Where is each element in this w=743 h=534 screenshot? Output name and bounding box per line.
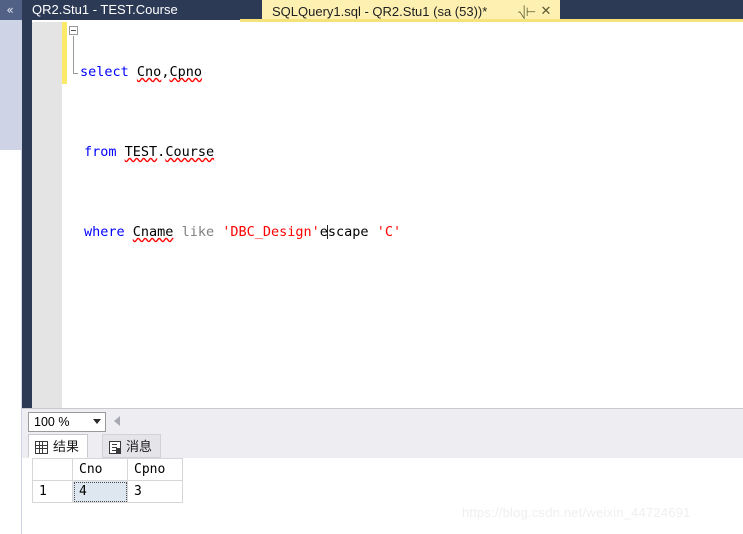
editor-status-bar: 100 % bbox=[22, 408, 743, 435]
token-identifier: TEST bbox=[124, 144, 158, 160]
zoom-level-dropdown[interactable]: 100 % bbox=[28, 412, 106, 432]
tab-messages-label: 消息 bbox=[126, 439, 153, 454]
tab-results[interactable]: 结果 bbox=[28, 434, 89, 458]
grid-cell-cpno[interactable]: 3 bbox=[127, 480, 183, 503]
chevron-left-icon[interactable]: « bbox=[3, 3, 17, 17]
code-line-3: where Cname like 'DBC_Design'escape 'C' bbox=[70, 222, 401, 242]
token-identifier: Cpno bbox=[169, 64, 202, 80]
token-keyword: select bbox=[80, 64, 129, 80]
token-identifier: Cname bbox=[132, 224, 174, 240]
token-keyword-like: like bbox=[181, 224, 215, 240]
grid-column-header-cpno[interactable]: Cpno bbox=[127, 458, 183, 481]
token-identifier: Cno bbox=[136, 64, 162, 80]
editor-gutter bbox=[32, 22, 62, 408]
table-row[interactable]: 1 4 3 bbox=[32, 480, 183, 503]
tab-results-label: 结果 bbox=[53, 439, 80, 454]
watermark: https://blog.csdn.net/weixin_44724691 bbox=[462, 505, 691, 520]
results-tab-strip: 结果 消息 bbox=[22, 434, 743, 458]
sql-editor[interactable]: select Cno,Cpno from TEST.Course where C… bbox=[32, 22, 743, 408]
grid-corner-header[interactable] bbox=[32, 458, 73, 481]
tab-messages[interactable]: 消息 bbox=[102, 434, 162, 458]
grid-cell-cno[interactable]: 4 bbox=[72, 480, 128, 503]
zoom-level-value: 100 % bbox=[34, 415, 70, 429]
token-keyword: where bbox=[84, 224, 125, 240]
results-grid-wrapper: Cno Cpno 1 4 3 bbox=[32, 458, 732, 503]
collapsed-panel-body bbox=[0, 20, 21, 150]
results-grid[interactable]: Cno Cpno 1 4 3 bbox=[32, 458, 183, 503]
token-string-pattern: 'DBC_Design' bbox=[222, 224, 320, 240]
token-string-escape-char: 'C' bbox=[376, 224, 402, 240]
collapsed-panel-lower bbox=[0, 150, 21, 534]
token-identifier: Course bbox=[165, 144, 215, 160]
editor-change-bar bbox=[62, 22, 67, 84]
splitter-arrow-icon[interactable] bbox=[114, 416, 120, 426]
document-tab-bar: QR2.Stu1 - TEST.Course SQLQuery1.sql - Q… bbox=[22, 0, 743, 20]
grid-row-number[interactable]: 1 bbox=[32, 480, 73, 503]
editor-change-bar-empty bbox=[62, 84, 67, 408]
code-line-2: from TEST.Course bbox=[70, 142, 401, 162]
sql-code-text[interactable]: select Cno,Cpno from TEST.Course where C… bbox=[70, 22, 401, 282]
grid-icon bbox=[35, 441, 48, 454]
grid-header-row: Cno Cpno bbox=[32, 458, 183, 481]
message-icon bbox=[109, 441, 121, 454]
collapsed-panel-strip[interactable]: « bbox=[0, 0, 23, 534]
tab-sqlquery1[interactable]: SQLQuery1.sql - QR2.Stu1 (sa (53))* ⎷⊢ ✕ bbox=[262, 0, 560, 20]
chevron-down-icon[interactable] bbox=[93, 419, 101, 424]
grid-column-header-cno[interactable]: Cno bbox=[72, 458, 128, 481]
code-line-1: select Cno,Cpno bbox=[70, 62, 401, 82]
tab-qr2-stu1-test-course[interactable]: QR2.Stu1 - TEST.Course bbox=[22, 0, 188, 20]
collapsed-panel-header[interactable]: « bbox=[0, 0, 22, 20]
token-escape-suffix: scape bbox=[327, 224, 369, 240]
token-keyword: from bbox=[84, 144, 117, 160]
